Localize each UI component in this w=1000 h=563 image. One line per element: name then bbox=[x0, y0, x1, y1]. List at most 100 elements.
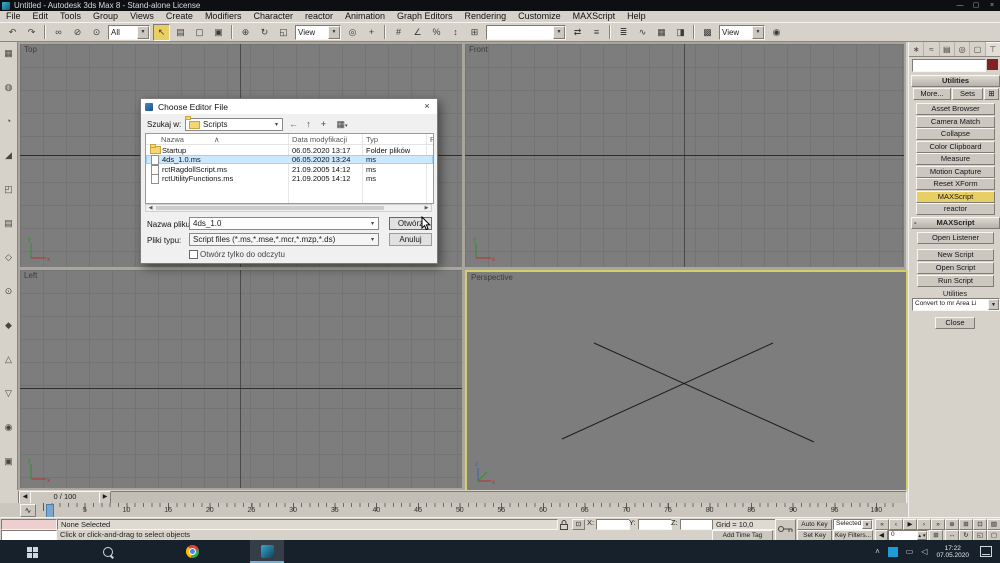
tab-modify-icon[interactable]: ≈ bbox=[924, 42, 939, 56]
menu-file[interactable]: File bbox=[0, 11, 27, 22]
maxscript-rollout-header[interactable]: - MAXScript bbox=[911, 217, 1000, 229]
key-selection-dropdown[interactable]: Selected ▼ bbox=[833, 519, 873, 530]
open-listener-button[interactable]: Open Listener bbox=[917, 232, 994, 244]
utilities-rollout-header[interactable]: Utilities bbox=[911, 75, 1000, 87]
menu-graph-editors[interactable]: Graph Editors bbox=[391, 11, 459, 22]
tab-create-icon[interactable]: ∗ bbox=[909, 42, 924, 56]
maxscript-utility-dropdown[interactable]: Convert to mr Area Li ▼ bbox=[912, 298, 1000, 311]
menu-edit[interactable]: Edit bbox=[27, 11, 55, 22]
open-script-button[interactable]: Open Script bbox=[917, 262, 994, 274]
material-editor-icon[interactable]: ◨ bbox=[672, 24, 689, 41]
taskbar-search-icon[interactable] bbox=[96, 540, 120, 563]
angle-snap-icon[interactable]: ∠ bbox=[409, 24, 426, 41]
selection-lock-icon[interactable] bbox=[559, 520, 569, 530]
column-type[interactable]: Typ bbox=[366, 135, 378, 144]
select-move-icon[interactable]: ⊕ bbox=[237, 24, 254, 41]
zoom-region-icon[interactable]: ▧ bbox=[987, 519, 1000, 530]
measure-button[interactable]: Measure bbox=[916, 153, 995, 165]
select-link-icon[interactable]: ∞ bbox=[50, 24, 67, 41]
collapse-button[interactable]: Collapse bbox=[916, 128, 995, 140]
undo-icon[interactable]: ↶ bbox=[4, 24, 21, 41]
menu-reactor[interactable]: reactor bbox=[299, 11, 339, 22]
close-utility-button[interactable]: Close bbox=[935, 317, 975, 329]
redo-icon[interactable]: ↷ bbox=[23, 24, 40, 41]
file-row-utilityfunctions[interactable]: rctUtilityFunctions.ms 21.09.2005 14:12 … bbox=[146, 174, 433, 184]
tray-volume-icon[interactable]: ◁ bbox=[921, 547, 927, 556]
menu-modifiers[interactable]: Modifiers bbox=[199, 11, 248, 22]
file-type-dropdown[interactable]: Script files (*.ms,*.mse,*.mcr,*.mzp,*.d… bbox=[189, 233, 379, 246]
select-manipulate-icon[interactable]: + bbox=[363, 24, 380, 41]
reference-coordinate-dropdown[interactable]: View ▼ bbox=[295, 25, 341, 40]
reactor-tool-icon[interactable]: ▣ bbox=[2, 454, 16, 468]
action-center-icon[interactable] bbox=[980, 546, 992, 557]
start-button[interactable] bbox=[20, 540, 44, 563]
taskbar-3dsmax-icon[interactable] bbox=[255, 540, 279, 563]
maxscript-button[interactable]: MAXScript bbox=[916, 191, 995, 203]
named-selection-dropdown[interactable]: ▼ bbox=[486, 25, 566, 40]
percent-snap-icon[interactable]: % bbox=[428, 24, 445, 41]
zoom-icon[interactable]: ⊕ bbox=[945, 519, 959, 530]
sets-button[interactable]: Sets bbox=[952, 88, 983, 100]
play-animation-icon[interactable]: ▶ bbox=[903, 519, 917, 530]
select-scale-icon[interactable]: ◱ bbox=[275, 24, 292, 41]
bind-spacewarp-icon[interactable]: ⊙ bbox=[88, 24, 105, 41]
reactor-tool-icon[interactable]: ⊙ bbox=[2, 284, 16, 298]
column-name[interactable]: Nazwa bbox=[161, 135, 184, 144]
y-coordinate-field[interactable] bbox=[638, 519, 672, 530]
tab-hierarchy-icon[interactable]: ▤ bbox=[940, 42, 955, 56]
dialog-titlebar[interactable]: Choose Editor File × bbox=[141, 99, 437, 114]
menu-animation[interactable]: Animation bbox=[339, 11, 391, 22]
go-to-end-icon[interactable]: » bbox=[931, 519, 945, 530]
menu-customize[interactable]: Customize bbox=[512, 11, 567, 22]
horizontal-scrollbar[interactable]: ◀ ▶ bbox=[145, 204, 432, 212]
menu-create[interactable]: Create bbox=[160, 11, 199, 22]
minimize-icon[interactable]: — bbox=[952, 0, 968, 11]
menu-rendering[interactable]: Rendering bbox=[459, 11, 513, 22]
taskbar-clock[interactable]: 17:22 07.05.2020 bbox=[936, 545, 969, 559]
reactor-tool-icon[interactable]: ◉ bbox=[2, 420, 16, 434]
run-script-button[interactable]: Run Script bbox=[917, 275, 994, 287]
menu-maxscript[interactable]: MAXScript bbox=[567, 11, 622, 22]
auto-key-button[interactable]: Auto Key bbox=[797, 519, 832, 530]
tab-utilities-icon[interactable]: ⊤ bbox=[986, 42, 1000, 56]
track-bar[interactable]: ∿ 51015202530354045505560657075808590951… bbox=[0, 503, 908, 518]
new-script-button[interactable]: New Script bbox=[917, 249, 994, 261]
menu-views[interactable]: Views bbox=[124, 11, 160, 22]
reactor-tool-icon[interactable]: ◔ bbox=[2, 114, 16, 128]
tab-motion-icon[interactable]: ◎ bbox=[955, 42, 970, 56]
go-to-start-icon[interactable]: « bbox=[875, 519, 889, 530]
taskbar-chrome-icon[interactable] bbox=[180, 540, 204, 563]
reactor-tool-icon[interactable]: ▦ bbox=[2, 46, 16, 60]
scene-spline-object[interactable] bbox=[467, 272, 902, 486]
back-icon[interactable]: ← bbox=[287, 118, 300, 130]
viewport-perspective[interactable]: Perspective z x bbox=[465, 270, 908, 492]
previous-frame-icon[interactable]: ‹ bbox=[889, 519, 903, 530]
unlink-selection-icon[interactable]: ⊘ bbox=[69, 24, 86, 41]
tray-app-icon[interactable] bbox=[888, 547, 898, 557]
set-key-mode-icon[interactable] bbox=[775, 519, 796, 541]
mini-curve-editor-icon[interactable]: ∿ bbox=[20, 504, 36, 517]
reactor-tool-icon[interactable]: ◰ bbox=[2, 182, 16, 196]
file-row-4ds-selected[interactable]: 4ds_1.0.ms 06.05.2020 13:24 ms bbox=[146, 155, 433, 165]
select-object-icon[interactable]: ↖ bbox=[153, 24, 170, 41]
look-in-dropdown[interactable]: Scripts ▾ bbox=[185, 118, 283, 131]
cancel-button[interactable]: Anuluj bbox=[389, 233, 432, 246]
current-frame-marker[interactable] bbox=[46, 504, 54, 518]
absolute-offset-mode-icon[interactable]: ⊡ bbox=[572, 519, 585, 530]
menu-group[interactable]: Group bbox=[87, 11, 124, 22]
align-icon[interactable]: ≡ bbox=[588, 24, 605, 41]
zoom-all-icon[interactable]: ⊞ bbox=[959, 519, 973, 530]
zoom-extents-icon[interactable]: ⊡ bbox=[973, 519, 987, 530]
x-coordinate-field[interactable] bbox=[596, 519, 630, 530]
scroll-left-icon[interactable]: ◀ bbox=[146, 205, 155, 211]
more-utilities-button[interactable]: More... bbox=[913, 88, 951, 100]
crossing-selection-icon[interactable]: ▣ bbox=[210, 24, 227, 41]
new-folder-icon[interactable]: + bbox=[317, 118, 330, 130]
close-icon[interactable]: × bbox=[984, 0, 1000, 11]
up-one-level-icon[interactable]: ↑ bbox=[302, 118, 315, 130]
z-coordinate-field[interactable] bbox=[680, 519, 714, 530]
camera-match-button[interactable]: Camera Match bbox=[916, 116, 995, 128]
column-size[interactable]: R bbox=[430, 135, 434, 144]
selection-filter-dropdown[interactable]: All ▼ bbox=[108, 25, 150, 40]
render-scene-icon[interactable]: ▩ bbox=[699, 24, 716, 41]
